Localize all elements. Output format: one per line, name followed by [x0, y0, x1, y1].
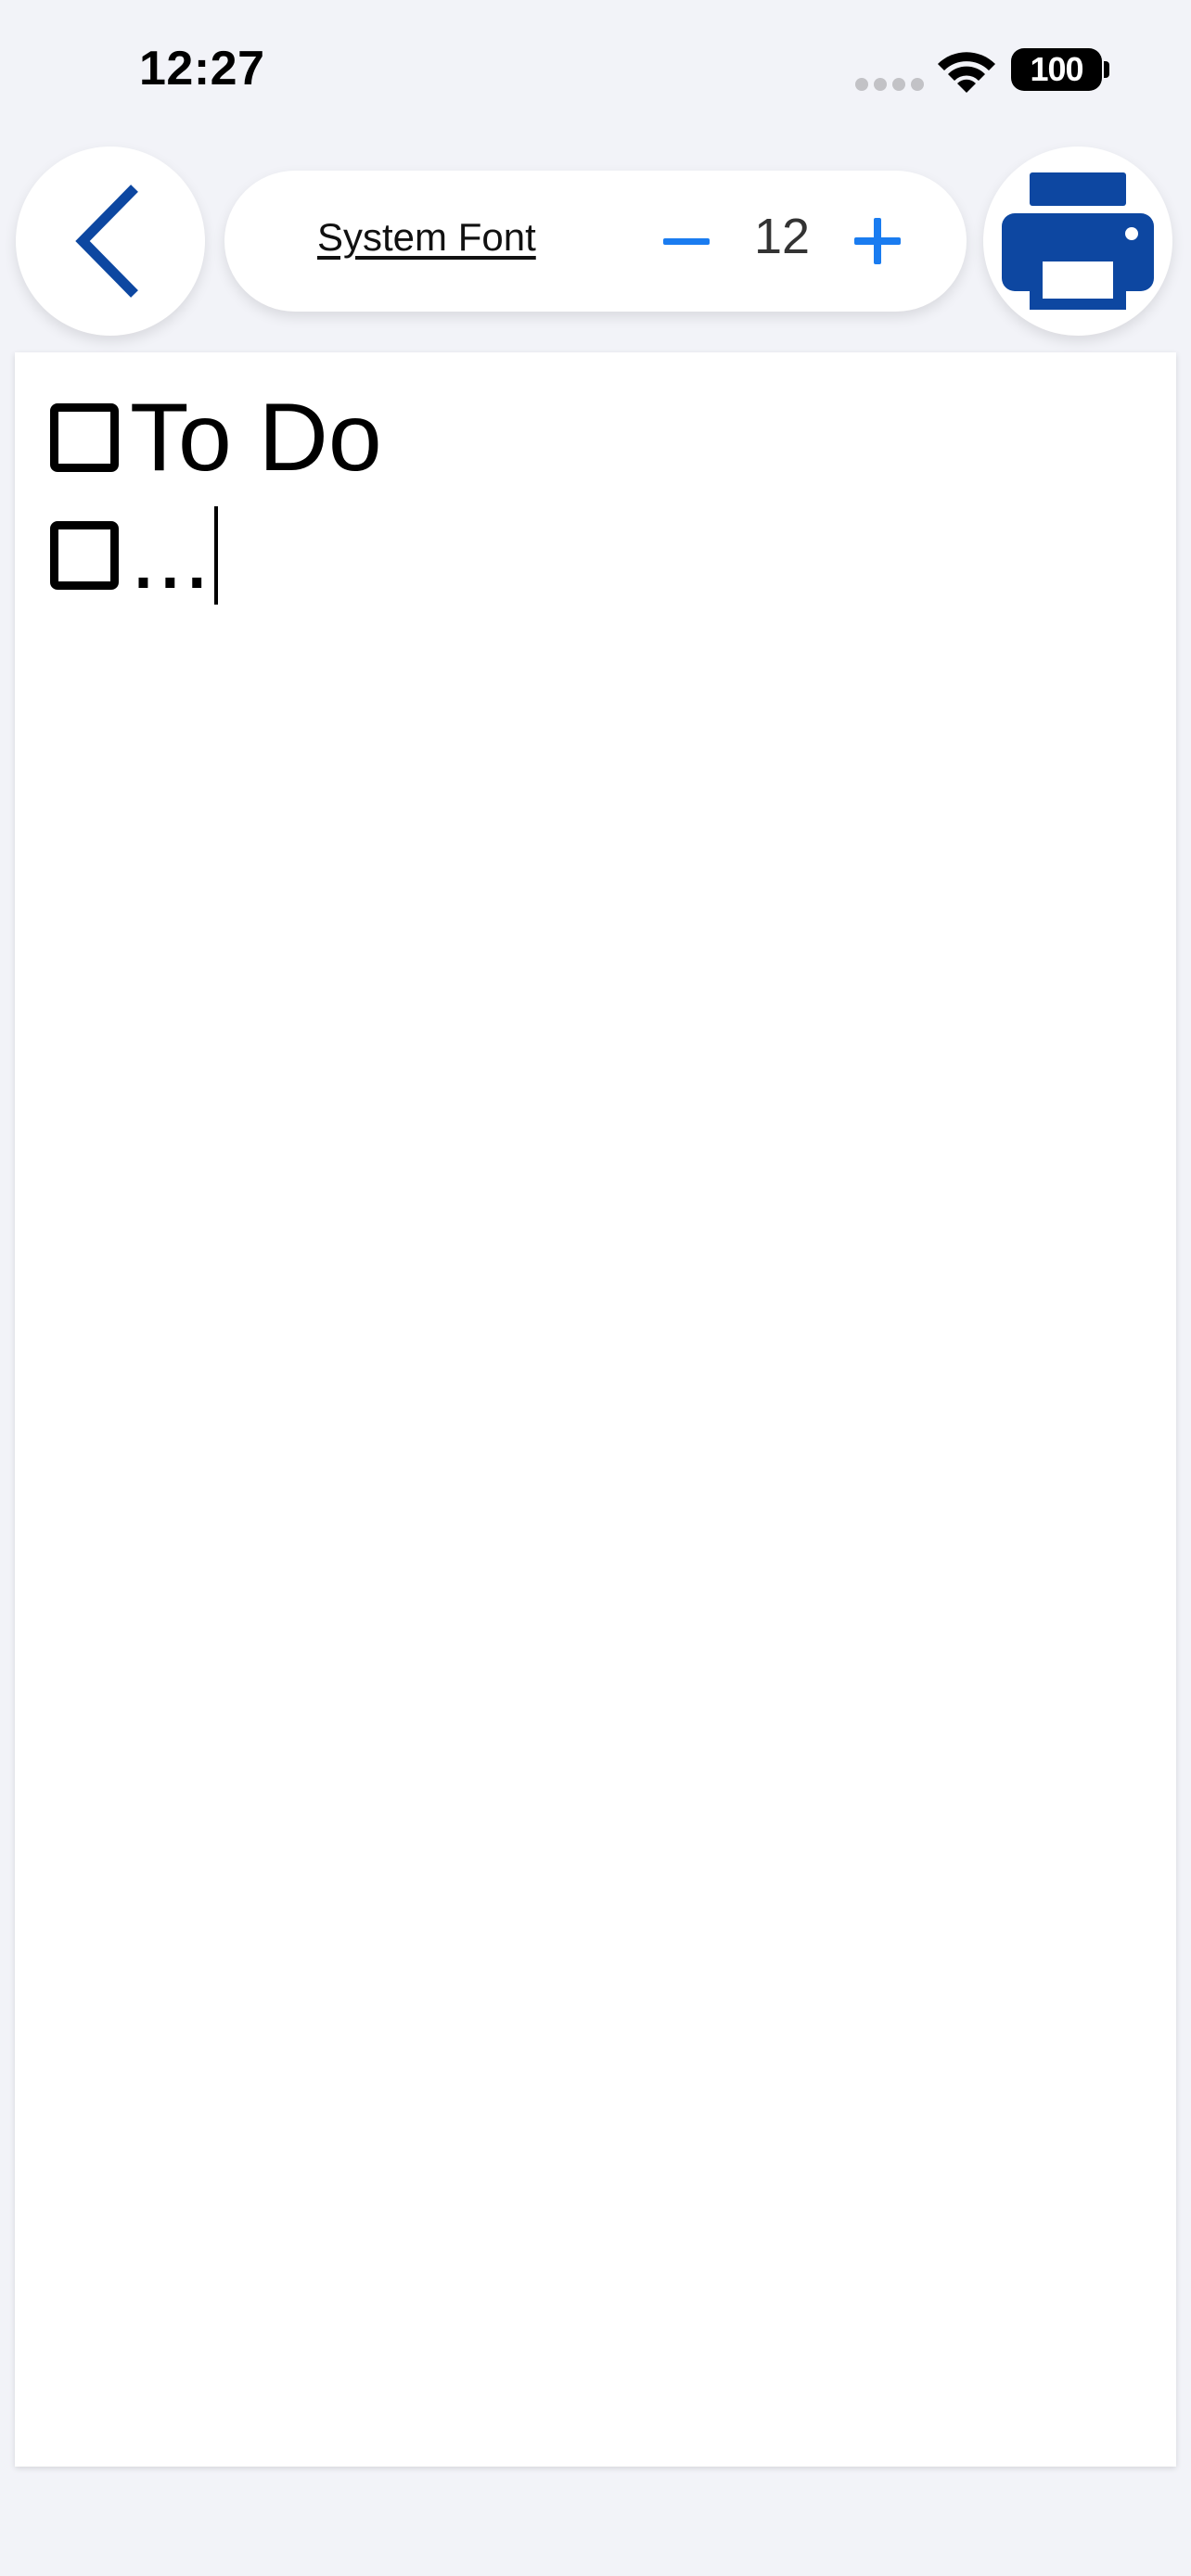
- increase-font-size-button[interactable]: [844, 208, 911, 274]
- font-name-selector[interactable]: System Font: [317, 215, 536, 260]
- text-cursor: [213, 506, 218, 605]
- checklist-item-text[interactable]: To Do: [130, 389, 382, 486]
- font-settings-bar: System Font 12: [224, 171, 967, 312]
- checkbox[interactable]: [50, 521, 119, 590]
- checklist-item: To Do: [50, 389, 382, 486]
- note-editor[interactable]: To Do ...: [15, 352, 1176, 2467]
- minus-icon: [663, 237, 710, 245]
- checklist-item-text[interactable]: ...: [130, 507, 211, 604]
- battery-level: 100: [1030, 50, 1083, 88]
- print-button[interactable]: [983, 147, 1172, 336]
- checkbox[interactable]: [50, 403, 119, 472]
- checklist-item: ...: [50, 506, 218, 605]
- battery-icon: 100: [1011, 48, 1102, 91]
- printer-icon: [1002, 172, 1154, 310]
- chevron-left-icon: [75, 185, 138, 298]
- wifi-icon: [938, 52, 995, 93]
- font-size-value: 12: [753, 209, 811, 264]
- status-time: 12:27: [139, 42, 265, 96]
- battery-cap: [1104, 61, 1109, 78]
- status-bar: 12:27 100: [0, 0, 1191, 139]
- back-button[interactable]: [16, 147, 205, 336]
- cellular-signal-icon: [855, 78, 924, 91]
- decrease-font-size-button[interactable]: [653, 208, 720, 274]
